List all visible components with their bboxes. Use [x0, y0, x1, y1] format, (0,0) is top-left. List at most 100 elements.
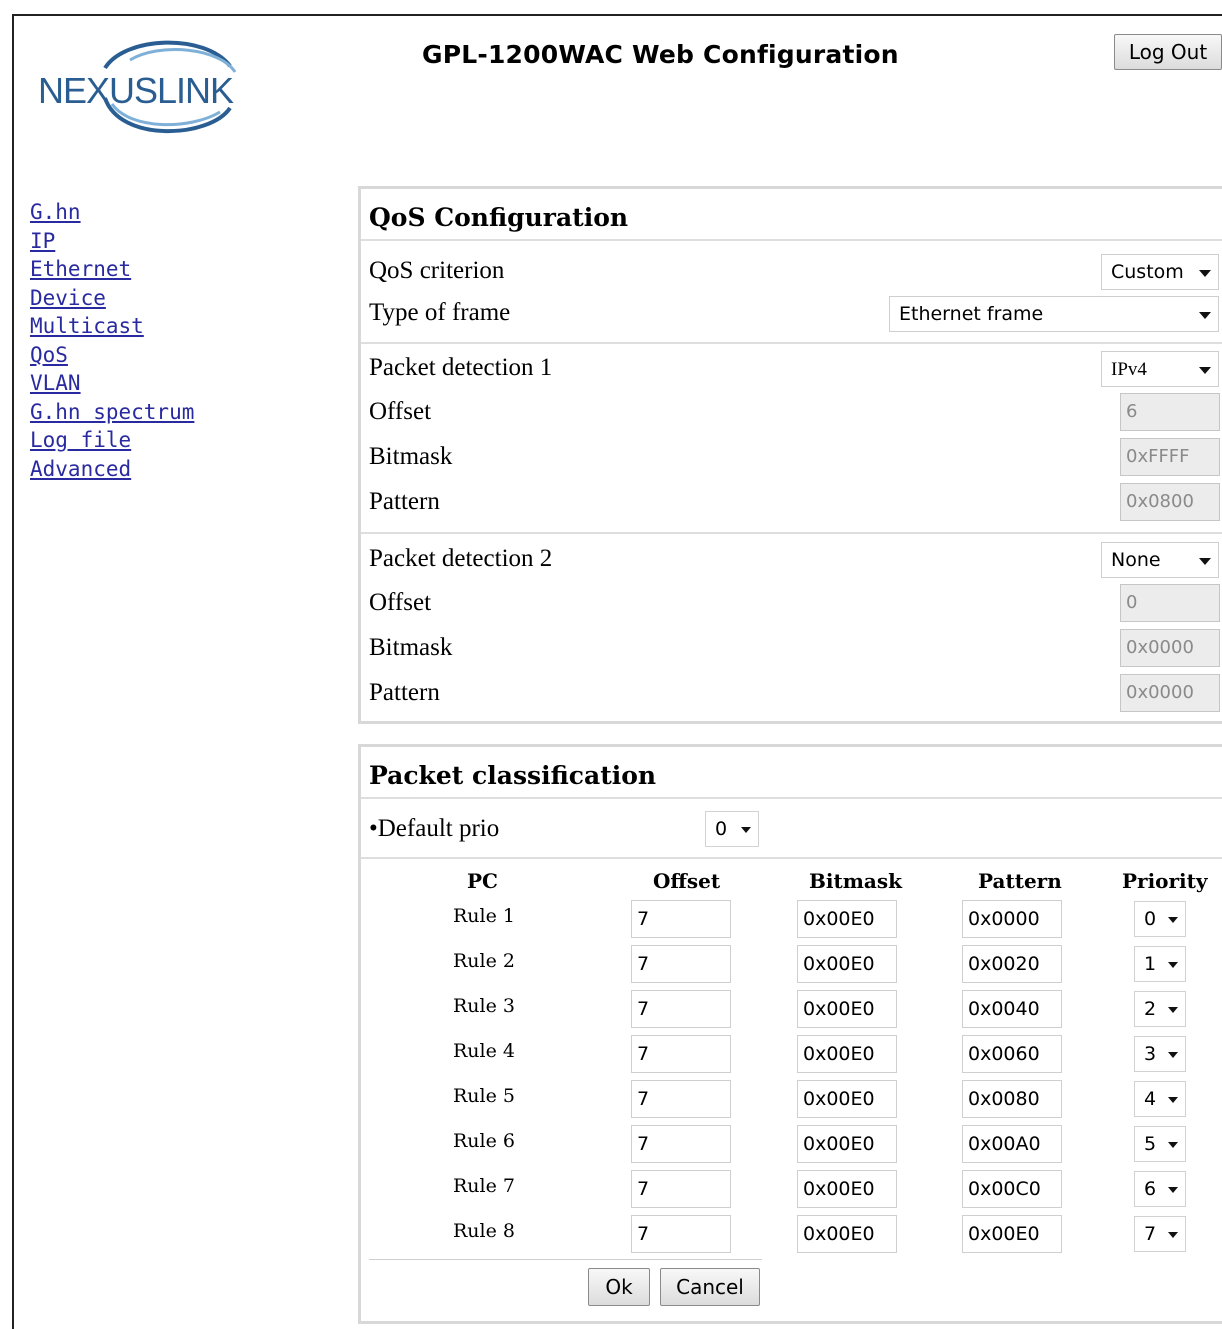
divider [361, 797, 1222, 799]
rule-pattern-input[interactable]: 0x0080 [962, 1080, 1062, 1118]
rule-bitmask-input[interactable]: 0x00E0 [797, 900, 897, 938]
rule-bitmask-input[interactable]: 0x00E0 [797, 1125, 897, 1163]
rule-priority-select[interactable]: 1 [1134, 946, 1186, 982]
divider [361, 239, 1222, 241]
qos-heading: QoS Configuration [369, 203, 629, 232]
chevron-down-icon [1199, 558, 1211, 565]
logout-button[interactable]: Log Out [1114, 34, 1222, 70]
rule-offset-input[interactable]: 7 [631, 990, 731, 1028]
rule-offset-input[interactable]: 7 [631, 1215, 731, 1253]
nav-link-ip[interactable]: IP [30, 227, 194, 256]
rule-priority-value: 5 [1144, 1133, 1157, 1155]
chevron-down-icon [1199, 270, 1211, 277]
default-prio-value: 0 [715, 818, 728, 840]
divider [361, 532, 1222, 534]
rule-priority-value: 6 [1144, 1178, 1157, 1200]
rule-priority-value: 3 [1144, 1043, 1157, 1065]
logo-text: NEXUSLINK [38, 70, 234, 111]
chevron-down-icon [1168, 1232, 1178, 1238]
detection-1-bitmask-label: Bitmask [369, 443, 453, 470]
default-prio-label: •Default prio [369, 815, 500, 842]
frame-type-value: Ethernet frame [899, 303, 1044, 325]
rule-bitmask-input[interactable]: 0x00E0 [797, 1035, 897, 1073]
rule-pattern-input[interactable]: 0x00A0 [962, 1125, 1062, 1163]
detection-1-offset-field: 6 [1120, 393, 1220, 431]
classification-heading: Packet classification [369, 761, 657, 790]
rule-priority-select[interactable]: 0 [1134, 901, 1186, 937]
chevron-down-icon [1168, 917, 1178, 923]
nav-link-ethernet[interactable]: Ethernet [30, 255, 194, 284]
detection-1-pattern-field: 0x0800 [1120, 483, 1220, 521]
detection-1-offset-label: Offset [369, 398, 432, 425]
chevron-down-icon [1168, 962, 1178, 968]
rule-offset-input[interactable]: 7 [631, 1125, 731, 1163]
rule-offset-input[interactable]: 7 [631, 900, 731, 938]
packet-detection-2-label: Packet detection 2 [369, 545, 553, 572]
page-title: GPL-1200WAC Web Configuration [422, 40, 899, 69]
chevron-down-icon [1168, 1187, 1178, 1193]
rule-label: Rule 4 [453, 1040, 515, 1062]
packet-detection-2-value: None [1111, 549, 1161, 571]
detection-2-offset-field: 0 [1120, 584, 1220, 622]
chevron-down-icon [1199, 367, 1211, 374]
column-header-bitmask: Bitmask [809, 869, 902, 893]
qos-criterion-label: QoS criterion [369, 257, 505, 284]
nav-link-advanced[interactable]: Advanced [30, 455, 194, 484]
rule-offset-input[interactable]: 7 [631, 1170, 731, 1208]
qos-criterion-value: Custom [1111, 261, 1184, 283]
rule-pattern-input[interactable]: 0x0060 [962, 1035, 1062, 1073]
rule-pattern-input[interactable]: 0x0040 [962, 990, 1062, 1028]
packet-detection-1-select[interactable]: IPv4 [1101, 351, 1219, 387]
rule-label: Rule 6 [453, 1130, 515, 1152]
rule-pattern-input[interactable]: 0x0000 [962, 900, 1062, 938]
rule-offset-input[interactable]: 7 [631, 1080, 731, 1118]
nav-link-multicast[interactable]: Multicast [30, 312, 194, 341]
chevron-down-icon [1168, 1007, 1178, 1013]
divider [361, 857, 1222, 859]
rule-priority-value: 2 [1144, 998, 1157, 1020]
rule-bitmask-input[interactable]: 0x00E0 [797, 990, 897, 1028]
qos-criterion-select[interactable]: Custom [1101, 254, 1219, 290]
rule-bitmask-input[interactable]: 0x00E0 [797, 1170, 897, 1208]
rule-priority-select[interactable]: 2 [1134, 991, 1186, 1027]
nav-link-device[interactable]: Device [30, 284, 194, 313]
chevron-down-icon [741, 827, 751, 833]
rule-label: Rule 7 [453, 1175, 515, 1197]
rule-bitmask-input[interactable]: 0x00E0 [797, 1215, 897, 1253]
rule-label: Rule 1 [453, 905, 515, 927]
rule-priority-select[interactable]: 7 [1134, 1216, 1186, 1252]
rule-priority-select[interactable]: 5 [1134, 1126, 1186, 1162]
column-header-priority: Priority [1122, 869, 1208, 893]
nav-link-ghn[interactable]: G.hn [30, 198, 194, 227]
frame-type-select[interactable]: Ethernet frame [889, 296, 1219, 332]
rule-pattern-input[interactable]: 0x0020 [962, 945, 1062, 983]
rule-priority-value: 0 [1144, 908, 1157, 930]
detection-2-pattern-field: 0x0000 [1120, 674, 1220, 712]
cancel-button[interactable]: Cancel [660, 1268, 760, 1306]
detection-2-bitmask-field: 0x0000 [1120, 629, 1220, 667]
default-prio-select[interactable]: 0 [705, 811, 759, 847]
rule-pattern-input[interactable]: 0x00E0 [962, 1215, 1062, 1253]
nav-link-log-file[interactable]: Log file [30, 426, 194, 455]
rule-priority-select[interactable]: 3 [1134, 1036, 1186, 1072]
rule-priority-value: 4 [1144, 1088, 1157, 1110]
chevron-down-icon [1199, 312, 1211, 319]
rule-offset-input[interactable]: 7 [631, 945, 731, 983]
nav-link-ghn-spectrum[interactable]: G.hn spectrum [30, 398, 194, 427]
rule-offset-input[interactable]: 7 [631, 1035, 731, 1073]
rule-priority-select[interactable]: 4 [1134, 1081, 1186, 1117]
ok-button[interactable]: Ok [588, 1268, 650, 1306]
nav-link-vlan[interactable]: VLAN [30, 369, 194, 398]
nexuslink-logo: NEXUSLINK [30, 38, 310, 143]
divider [361, 342, 1222, 344]
rule-priority-select[interactable]: 6 [1134, 1171, 1186, 1207]
chevron-down-icon [1168, 1142, 1178, 1148]
packet-detection-2-select[interactable]: None [1101, 542, 1219, 578]
rule-label: Rule 2 [453, 950, 515, 972]
detection-2-offset-label: Offset [369, 589, 432, 616]
chevron-down-icon [1168, 1097, 1178, 1103]
rule-bitmask-input[interactable]: 0x00E0 [797, 945, 897, 983]
nav-link-qos[interactable]: QoS [30, 341, 194, 370]
rule-pattern-input[interactable]: 0x00C0 [962, 1170, 1062, 1208]
rule-bitmask-input[interactable]: 0x00E0 [797, 1080, 897, 1118]
